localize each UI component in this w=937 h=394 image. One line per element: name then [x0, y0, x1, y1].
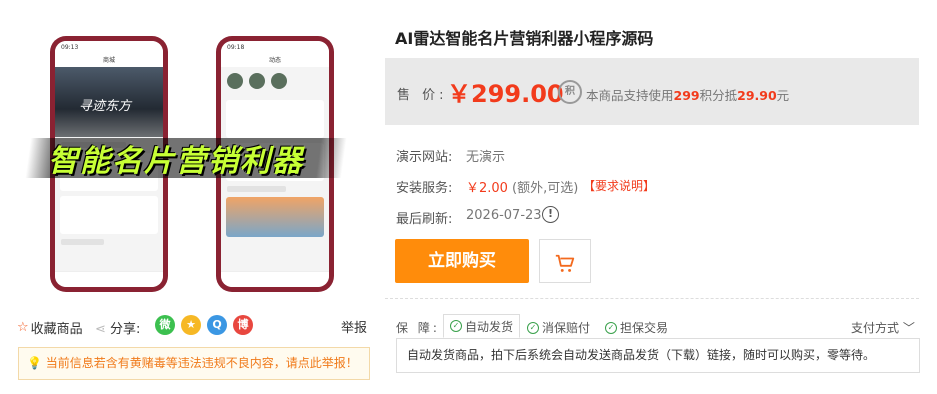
guarantee-auto-delivery-tab[interactable]: ✓ 自动发货 — [443, 314, 521, 338]
promo-overlay-text: 智能名片营销利器 — [48, 144, 304, 179]
check-icon: ✓ — [527, 321, 539, 334]
share-label: ⋖ 分享: — [95, 322, 141, 337]
install-service-price: ￥2.00 — [466, 181, 508, 196]
buy-now-button[interactable]: 立即购买 — [395, 239, 529, 283]
price-value: ￥299.00 — [447, 80, 564, 108]
notice-text: 当前信息若含有黄赌毒等违法违规不良内容，请点此举报！ — [45, 356, 358, 370]
favorite-button[interactable]: ☆ 收藏商品 — [17, 318, 83, 337]
install-service-label: 安装服务: — [396, 181, 453, 196]
product-title: AI雷达智能名片营销利器小程序源码 — [395, 29, 654, 48]
add-to-cart-button[interactable] — [539, 239, 591, 283]
guarantee-label: 保 障: — [396, 321, 440, 335]
phone-nav-title: 动态 — [221, 55, 329, 67]
wechat-icon[interactable]: 微 — [155, 315, 175, 335]
qq-icon[interactable]: Q — [207, 315, 227, 335]
phone-text-line — [61, 239, 105, 245]
info-icon[interactable]: ! — [542, 206, 559, 223]
chevron-down-icon: ﹀ — [902, 321, 915, 335]
payment-method-dropdown[interactable]: 支付方式 ﹀ — [851, 319, 915, 336]
phone-card — [226, 100, 324, 138]
demo-site-value: 无演示 — [466, 150, 506, 165]
phone-tab-bar — [221, 271, 329, 287]
guarantee-escrow-tab[interactable]: ✓ 担保交易 — [605, 319, 668, 336]
phone-tab-bar — [55, 271, 163, 287]
phone-avatar-row — [221, 67, 329, 95]
product-page: 09:13 商城 寻迹东方 09:18 动态 智能名片营销利器 ☆ 收藏商品 ⋖… — [0, 0, 937, 394]
check-icon: ✓ — [450, 320, 462, 332]
phone-status-bar: 09:13 — [55, 41, 163, 55]
points-icon: 积 — [558, 80, 582, 104]
weibo-icon[interactable]: 博 — [233, 315, 253, 335]
guarantee-description: 自动发货商品，拍下后系统会自动发送商品发货（下载）链接，随时可以购买，零等待。 — [396, 338, 920, 373]
star-icon: ☆ — [17, 320, 29, 335]
report-notice[interactable]: 💡 当前信息若含有黄赌毒等违法违规不良内容，请点此举报！ — [18, 347, 370, 380]
guarantee-compensation-tab[interactable]: ✓ 消保赔付 — [527, 319, 590, 336]
install-requirements-link[interactable]: 【要求说明】 — [583, 177, 655, 194]
phone-hero-image: 寻迹东方 — [55, 67, 163, 137]
phone-sunset-image — [226, 197, 324, 237]
share-icon: ⋖ — [95, 322, 106, 337]
check-icon: ✓ — [605, 321, 617, 334]
phone-status-bar: 09:18 — [221, 41, 329, 55]
phone-text-line — [227, 186, 287, 192]
report-link[interactable]: 举报 — [341, 317, 367, 336]
qzone-icon[interactable]: ★ — [181, 315, 201, 335]
cart-icon — [555, 254, 575, 272]
points-amount: 299 — [673, 88, 700, 103]
phone-card — [60, 196, 158, 234]
demo-site-label: 演示网站: — [396, 150, 453, 165]
last-refresh-date: 2026-07-23 — [466, 208, 542, 223]
divider — [385, 298, 919, 299]
lightbulb-icon: 💡 — [27, 356, 42, 370]
phone-nav-title: 商城 — [55, 55, 163, 67]
price-label: 售 价: — [397, 88, 448, 103]
favorite-label: 收藏商品 — [30, 322, 83, 337]
last-refresh-label: 最后刷新: — [396, 212, 453, 227]
points-deduct: 29.90 — [737, 88, 777, 103]
install-service-note: (额外,可选) — [512, 181, 579, 196]
phone-hero-text: 寻迹东方 — [79, 99, 132, 114]
points-info: 本商品支持使用299积分抵29.90元 — [586, 88, 790, 103]
